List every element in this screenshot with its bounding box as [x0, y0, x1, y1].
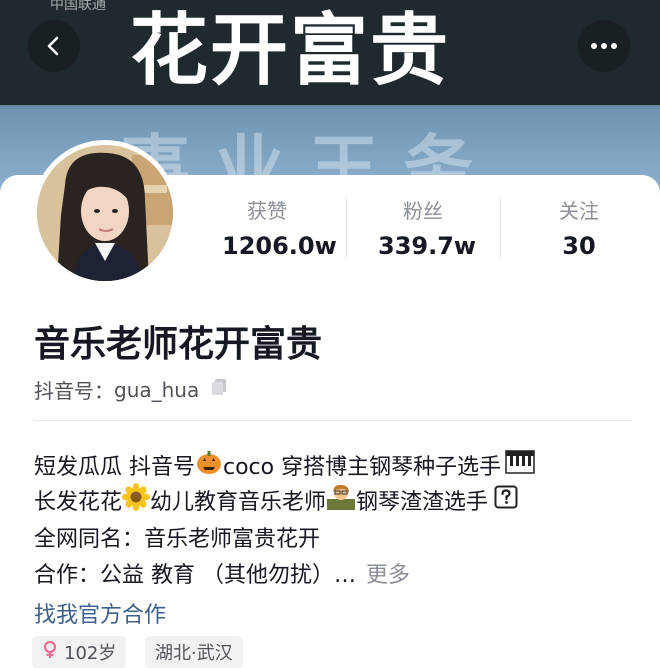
- bio-line-2-part-a: 长发花花: [34, 490, 123, 515]
- stat-following-label: 关注: [559, 199, 599, 223]
- bio-line-1: 短发瓜瓜 抖音号 coco 穿搭博主钢琴种子选手: [34, 448, 535, 482]
- bio-line-1-part-a: 短发瓜瓜 抖音号: [34, 455, 195, 480]
- copy-icon[interactable]: [209, 377, 229, 402]
- piano-emoji: [505, 449, 535, 481]
- bio-line-2-part-c: 钢琴渣渣选手: [356, 490, 489, 515]
- bio-line-2: 长发花花 幼儿教育音乐老师 钢琴渣渣选手: [34, 483, 518, 517]
- divider: [34, 420, 632, 421]
- stat-divider: [346, 196, 347, 258]
- more-dots-icon: [591, 43, 617, 49]
- stat-followers-label: 粉丝: [403, 199, 443, 223]
- official-cooperation-link[interactable]: 找我官方合作: [34, 597, 166, 629]
- douyin-id-value: gua_hua: [114, 377, 200, 402]
- tag-age: 102岁: [32, 636, 127, 668]
- tag-age-text: 102岁: [64, 643, 117, 664]
- bio-line-2-part-b: 幼儿教育音乐老师: [150, 490, 327, 515]
- stat-following-value: 30: [562, 232, 596, 260]
- bio-line-1-part-b: coco 穿搭博主钢琴种子选手: [223, 455, 502, 480]
- pumpkin-emoji: [195, 448, 223, 482]
- bio-more-button[interactable]: 更多: [366, 557, 410, 589]
- bio-line-4: 合作：公益 教育 （其他勿扰）… 更多: [34, 557, 410, 589]
- profile-name: 音乐老师花开富贵: [34, 324, 323, 365]
- question-box-emoji: [494, 485, 518, 515]
- female-sign-icon: [42, 640, 58, 664]
- stat-likes-label: 获赞: [247, 199, 287, 223]
- bio-line-3-text: 全网同名：音乐老师富贵花开: [34, 527, 321, 552]
- stat-likes-value: 1206.0w: [222, 232, 337, 260]
- teacher-emoji: [326, 483, 356, 517]
- chevron-left-icon: [47, 36, 59, 56]
- stat-following[interactable]: 关注 30: [534, 195, 624, 260]
- stat-followers-value: 339.7w: [378, 232, 477, 260]
- stat-followers[interactable]: 粉丝 339.7w: [378, 195, 477, 260]
- avatar[interactable]: [32, 140, 178, 286]
- bio-line-3: 全网同名：音乐老师富贵花开: [34, 521, 320, 553]
- status-carrier: 中国联通: [50, 0, 106, 13]
- douyin-id-row: 抖音号： gua_hua: [34, 375, 229, 404]
- tag-location: 湖北·武汉: [145, 636, 243, 668]
- avatar-image: [37, 145, 173, 281]
- douyin-id-label: 抖音号：: [34, 379, 114, 403]
- bio-line-4-text: 合作：公益 教育 （其他勿扰）…: [34, 563, 356, 588]
- sunflower-emoji: [122, 483, 151, 517]
- stat-likes[interactable]: 获赞 1206.0w: [222, 195, 337, 260]
- banner-title: 花开富贵: [130, 6, 451, 96]
- more-button[interactable]: [578, 20, 630, 72]
- back-button[interactable]: [28, 20, 80, 72]
- stat-divider: [500, 196, 501, 258]
- tag-location-text: 湖北·武汉: [155, 643, 233, 664]
